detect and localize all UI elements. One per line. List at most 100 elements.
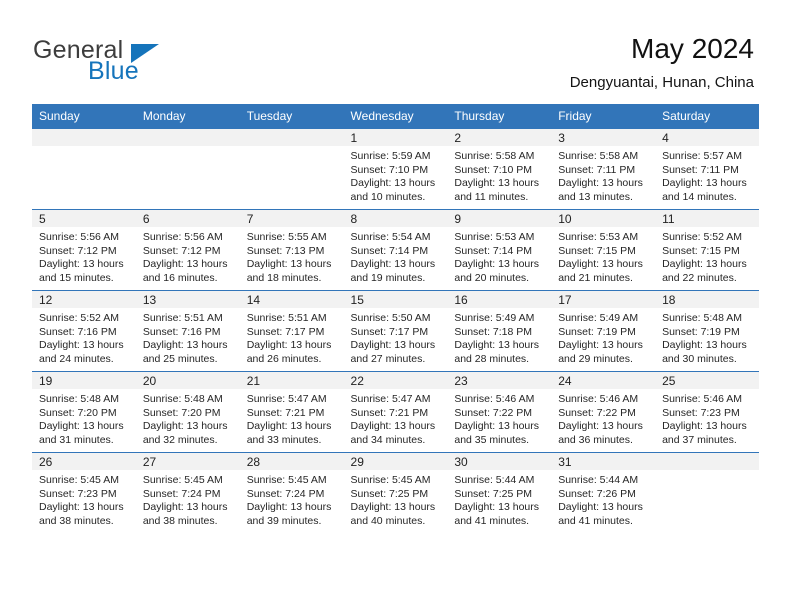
calendar-day-cell[interactable]: 31 Sunrise: 5:44 AM Sunset: 7:26 PM Dayligh… <box>551 452 656 533</box>
calendar-day-cell[interactable]: 9 Sunrise: 5:53 AM Sunset: 7:14 PM Daylight… <box>447 209 552 291</box>
calendar-day-cell[interactable]: 1 Sunrise: 5:59 AM Sunset: 7:10 PM Daylight… <box>343 128 448 210</box>
sunset-text: Sunset: 7:15 PM <box>662 244 740 257</box>
day-number: 7 <box>239 210 344 227</box>
day-details: Sunrise: 5:49 AM Sunset: 7:18 PM Daylight:… <box>447 308 551 366</box>
general-blue-logo[interactable]: General Blue <box>33 36 223 88</box>
sunset-text: Sunset: 7:12 PM <box>39 244 117 257</box>
day-number: 29 <box>343 453 448 470</box>
sunrise-text: Sunrise: 5:45 AM <box>142 474 223 486</box>
calendar-day-cell[interactable]: 19 Sunrise: 5:48 AM Sunset: 7:20 PM Dayligh… <box>32 371 136 453</box>
calendar-day-cell[interactable]: 13 Sunrise: 5:51 AM Sunset: 7:16 PM Dayligh… <box>135 290 240 372</box>
daylight-text: Daylight: 13 hours and 38 minutes. <box>39 501 124 527</box>
day-details: Sunrise: 5:57 AM Sunset: 7:11 PM Daylight:… <box>655 146 759 204</box>
day-number: 21 <box>239 372 344 389</box>
daylight-text: Daylight: 13 hours and 13 minutes. <box>558 177 643 203</box>
calendar-day-cell[interactable]: 6 Sunrise: 5:56 AM Sunset: 7:12 PM Daylight… <box>135 209 240 291</box>
sunrise-text: Sunrise: 5:44 AM <box>454 474 535 486</box>
calendar-day-cell[interactable]: 8 Sunrise: 5:54 AM Sunset: 7:14 PM Daylight… <box>343 209 448 291</box>
calendar-day-cell[interactable]: 4 Sunrise: 5:57 AM Sunset: 7:11 PM Daylight… <box>655 128 759 210</box>
weekday-header-sunday: Sunday <box>32 104 136 129</box>
calendar-week-row: 12 Sunrise: 5:52 AM Sunset: 7:16 PM Dayligh… <box>32 290 759 372</box>
sunrise-text: Sunrise: 5:49 AM <box>558 312 639 324</box>
calendar-day-cell[interactable]: 23 Sunrise: 5:46 AM Sunset: 7:22 PM Dayligh… <box>447 371 552 453</box>
calendar-day-cell[interactable]: 24 Sunrise: 5:46 AM Sunset: 7:22 PM Dayligh… <box>551 371 656 453</box>
sunrise-text: Sunrise: 5:45 AM <box>246 474 327 486</box>
calendar-day-cell[interactable]: 16 Sunrise: 5:49 AM Sunset: 7:18 PM Dayligh… <box>447 290 552 372</box>
calendar-day-cell[interactable]: 22 Sunrise: 5:47 AM Sunset: 7:21 PM Dayligh… <box>343 371 448 453</box>
calendar-day-cell[interactable]: 12 Sunrise: 5:52 AM Sunset: 7:16 PM Dayligh… <box>32 290 136 372</box>
calendar-week-row: 19 Sunrise: 5:48 AM Sunset: 7:20 PM Dayligh… <box>32 371 759 453</box>
day-number: 26 <box>32 453 136 470</box>
calendar-day-cell[interactable]: 30 Sunrise: 5:44 AM Sunset: 7:25 PM Dayligh… <box>447 452 552 533</box>
day-number: 5 <box>32 210 136 227</box>
sunset-text: Sunset: 7:17 PM <box>350 325 429 338</box>
sunset-text: Sunset: 7:24 PM <box>142 487 221 500</box>
calendar-day-cell[interactable]: 2 Sunrise: 5:58 AM Sunset: 7:10 PM Daylight… <box>447 128 552 210</box>
calendar-week-row: 1 Sunrise: 5:59 AM Sunset: 7:10 PM Daylight… <box>32 128 759 210</box>
weekday-header-thursday: Thursday <box>447 104 552 129</box>
sunrise-text: Sunrise: 5:46 AM <box>558 393 639 405</box>
sunset-text: Sunset: 7:22 PM <box>558 406 636 419</box>
daylight-text: Daylight: 13 hours and 19 minutes. <box>350 258 436 284</box>
daylight-text: Daylight: 13 hours and 27 minutes. <box>350 339 436 365</box>
day-number: 4 <box>655 129 759 146</box>
sunset-text: Sunset: 7:18 PM <box>454 325 533 338</box>
sunset-text: Sunset: 7:20 PM <box>142 406 221 419</box>
calendar-day-cell[interactable]: 10 Sunrise: 5:53 AM Sunset: 7:15 PM Dayligh… <box>551 209 656 291</box>
day-number: 31 <box>551 453 656 470</box>
day-details: Sunrise: 5:51 AM Sunset: 7:16 PM Daylight:… <box>136 308 240 366</box>
day-number: 9 <box>447 210 552 227</box>
calendar-day-cell[interactable]: 7 Sunrise: 5:55 AM Sunset: 7:13 PM Daylight… <box>239 209 344 291</box>
sunrise-text: Sunrise: 5:46 AM <box>662 393 743 405</box>
sunrise-text: Sunrise: 5:58 AM <box>558 150 639 162</box>
sunrise-text: Sunrise: 5:48 AM <box>142 393 223 405</box>
sunset-text: Sunset: 7:23 PM <box>662 406 740 419</box>
calendar-day-cell[interactable]: 27 Sunrise: 5:45 AM Sunset: 7:24 PM Dayligh… <box>135 452 240 533</box>
day-number: 27 <box>135 453 240 470</box>
sunrise-text: Sunrise: 5:59 AM <box>350 150 431 162</box>
calendar-day-cell[interactable]: 15 Sunrise: 5:50 AM Sunset: 7:17 PM Dayligh… <box>343 290 448 372</box>
day-details: Sunrise: 5:45 AM Sunset: 7:23 PM Daylight:… <box>32 470 136 528</box>
sunset-text: Sunset: 7:16 PM <box>39 325 117 338</box>
calendar-day-cell[interactable]: 11 Sunrise: 5:52 AM Sunset: 7:15 PM Dayligh… <box>655 209 759 291</box>
sunset-text: Sunset: 7:25 PM <box>350 487 429 500</box>
daylight-text: Daylight: 13 hours and 26 minutes. <box>246 339 332 365</box>
title-block: May 2024 Dengyuantai, Hunan, China <box>570 32 754 94</box>
sunset-text: Sunset: 7:23 PM <box>39 487 117 500</box>
day-details: Sunrise: 5:44 AM Sunset: 7:25 PM Daylight:… <box>447 470 551 528</box>
calendar-day-cell[interactable]: 25 Sunrise: 5:46 AM Sunset: 7:23 PM Dayligh… <box>655 371 759 453</box>
daylight-text: Daylight: 13 hours and 16 minutes. <box>142 258 228 284</box>
sunrise-text: Sunrise: 5:56 AM <box>142 231 223 243</box>
day-details: Sunrise: 5:52 AM Sunset: 7:15 PM Daylight:… <box>655 227 759 285</box>
day-details: Sunrise: 5:50 AM Sunset: 7:17 PM Daylight:… <box>344 308 448 366</box>
calendar-day-cell-empty <box>239 128 344 210</box>
calendar-day-cell[interactable]: 20 Sunrise: 5:48 AM Sunset: 7:20 PM Dayligh… <box>135 371 240 453</box>
day-details: Sunrise: 5:46 AM Sunset: 7:22 PM Daylight:… <box>447 389 551 447</box>
day-details: Sunrise: 5:53 AM Sunset: 7:15 PM Daylight:… <box>551 227 655 285</box>
day-number: 15 <box>343 291 448 308</box>
day-number: 20 <box>135 372 240 389</box>
sunset-text: Sunset: 7:14 PM <box>454 244 533 257</box>
sunrise-text: Sunrise: 5:58 AM <box>454 150 535 162</box>
day-number: 28 <box>239 453 344 470</box>
calendar-day-cell[interactable]: 14 Sunrise: 5:51 AM Sunset: 7:17 PM Dayligh… <box>239 290 344 372</box>
calendar-day-cell[interactable]: 18 Sunrise: 5:48 AM Sunset: 7:19 PM Dayligh… <box>655 290 759 372</box>
sunset-text: Sunset: 7:21 PM <box>246 406 325 419</box>
calendar-day-cell[interactable]: 5 Sunrise: 5:56 AM Sunset: 7:12 PM Daylight… <box>32 209 136 291</box>
sunrise-text: Sunrise: 5:54 AM <box>350 231 431 243</box>
sunrise-text: Sunrise: 5:48 AM <box>662 312 743 324</box>
daylight-text: Daylight: 13 hours and 21 minutes. <box>558 258 643 284</box>
daylight-text: Daylight: 13 hours and 40 minutes. <box>350 501 436 527</box>
calendar-day-cell[interactable]: 21 Sunrise: 5:47 AM Sunset: 7:21 PM Dayligh… <box>239 371 344 453</box>
calendar-day-cell[interactable]: 29 Sunrise: 5:45 AM Sunset: 7:25 PM Dayligh… <box>343 452 448 533</box>
calendar-day-cell[interactable]: 28 Sunrise: 5:45 AM Sunset: 7:24 PM Dayligh… <box>239 452 344 533</box>
sunset-text: Sunset: 7:19 PM <box>662 325 740 338</box>
calendar-day-cell[interactable]: 26 Sunrise: 5:45 AM Sunset: 7:23 PM Dayligh… <box>32 452 136 533</box>
sunset-text: Sunset: 7:10 PM <box>454 163 533 176</box>
day-details: Sunrise: 5:48 AM Sunset: 7:20 PM Daylight:… <box>136 389 240 447</box>
calendar-day-cell[interactable]: 3 Sunrise: 5:58 AM Sunset: 7:11 PM Daylight… <box>551 128 656 210</box>
sunset-text: Sunset: 7:24 PM <box>246 487 325 500</box>
day-number: 14 <box>239 291 344 308</box>
day-number: 25 <box>655 372 759 389</box>
calendar-day-cell[interactable]: 17 Sunrise: 5:49 AM Sunset: 7:19 PM Dayligh… <box>551 290 656 372</box>
